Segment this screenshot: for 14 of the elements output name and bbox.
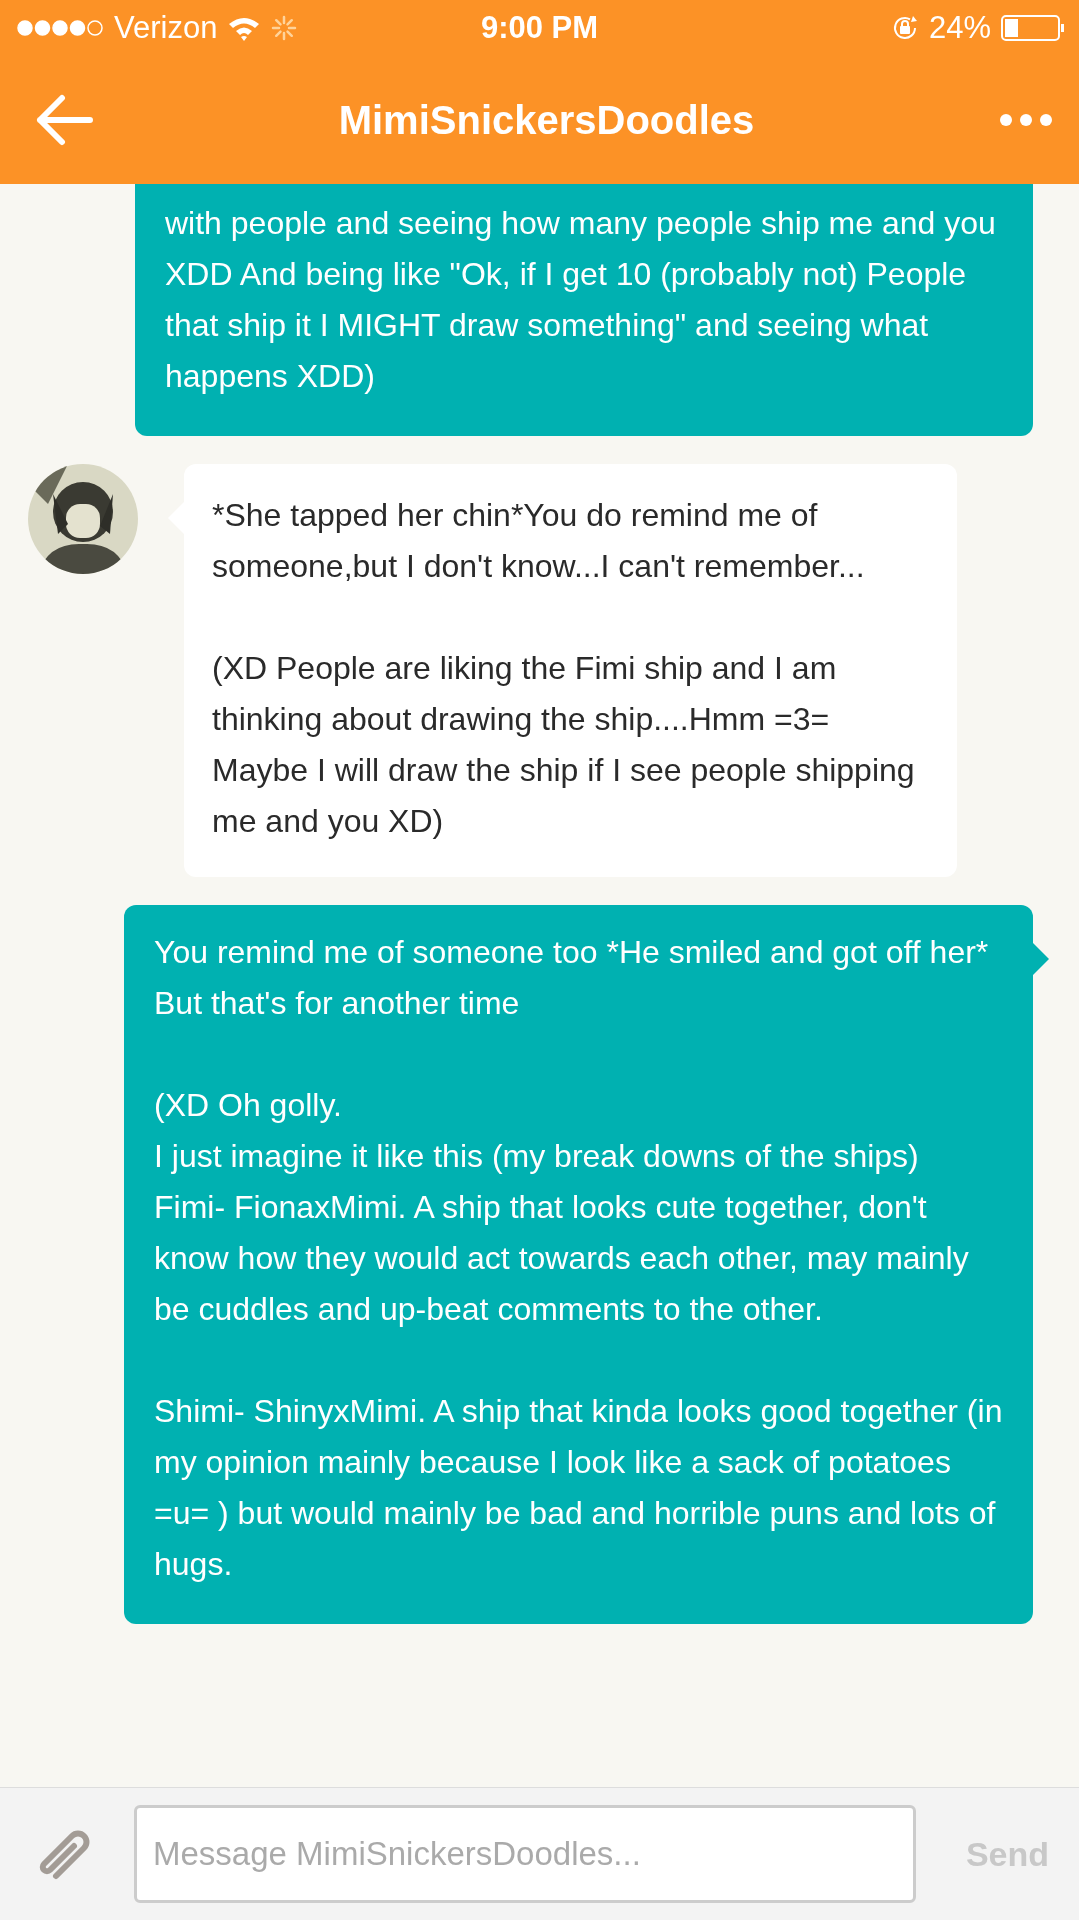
message-input[interactable]: Message MimiSnickersDoodles... [134,1805,916,1903]
wifi-icon [227,15,262,41]
battery-percent: 24% [928,10,991,46]
message-text: *She tapped her chin*You do remind me of someone,but I don't know...I can't remember... (XD People are liking the Fimi ship and I am thinking about drawing the ship....Hmm =3= Maybe I will draw the ship if I see people shipping me and you XD) [212,496,916,841]
chat-title: MimiSnickersDoodles [338,97,755,143]
loading-icon [271,15,298,41]
clock-time: 9:00 PM [480,10,599,46]
back-button[interactable] [34,94,94,146]
signal-icon [16,19,104,37]
message-text: You remind me of someone too *He smiled and got off her* But that's for another time (XD Oh golly. I just imagine it like this (my break downs of the ships) Fimi- FionaxMimi. A ship that looks cute together, don't know how they would act towards each other, may mainly be cuddles and up-beat comments to the other. Shimi- ShinyxMimi. A ship that kinda looks good together (in my opinion mainly because I look like a sack of potatoes =u= ) but would mainly be bad and horrible puns and lots of hugs. [154,933,1004,1584]
more-options-button[interactable] [999,113,1053,127]
carrier-name: Verizon [114,10,218,46]
message-text: with people and seeing how many people ship me and you XDD And being like "Ok, if I get 10 (probably not) People that ship it I MIGHT draw something" and seeing what happens XDD) [165,204,997,396]
battery-icon [1001,14,1065,42]
